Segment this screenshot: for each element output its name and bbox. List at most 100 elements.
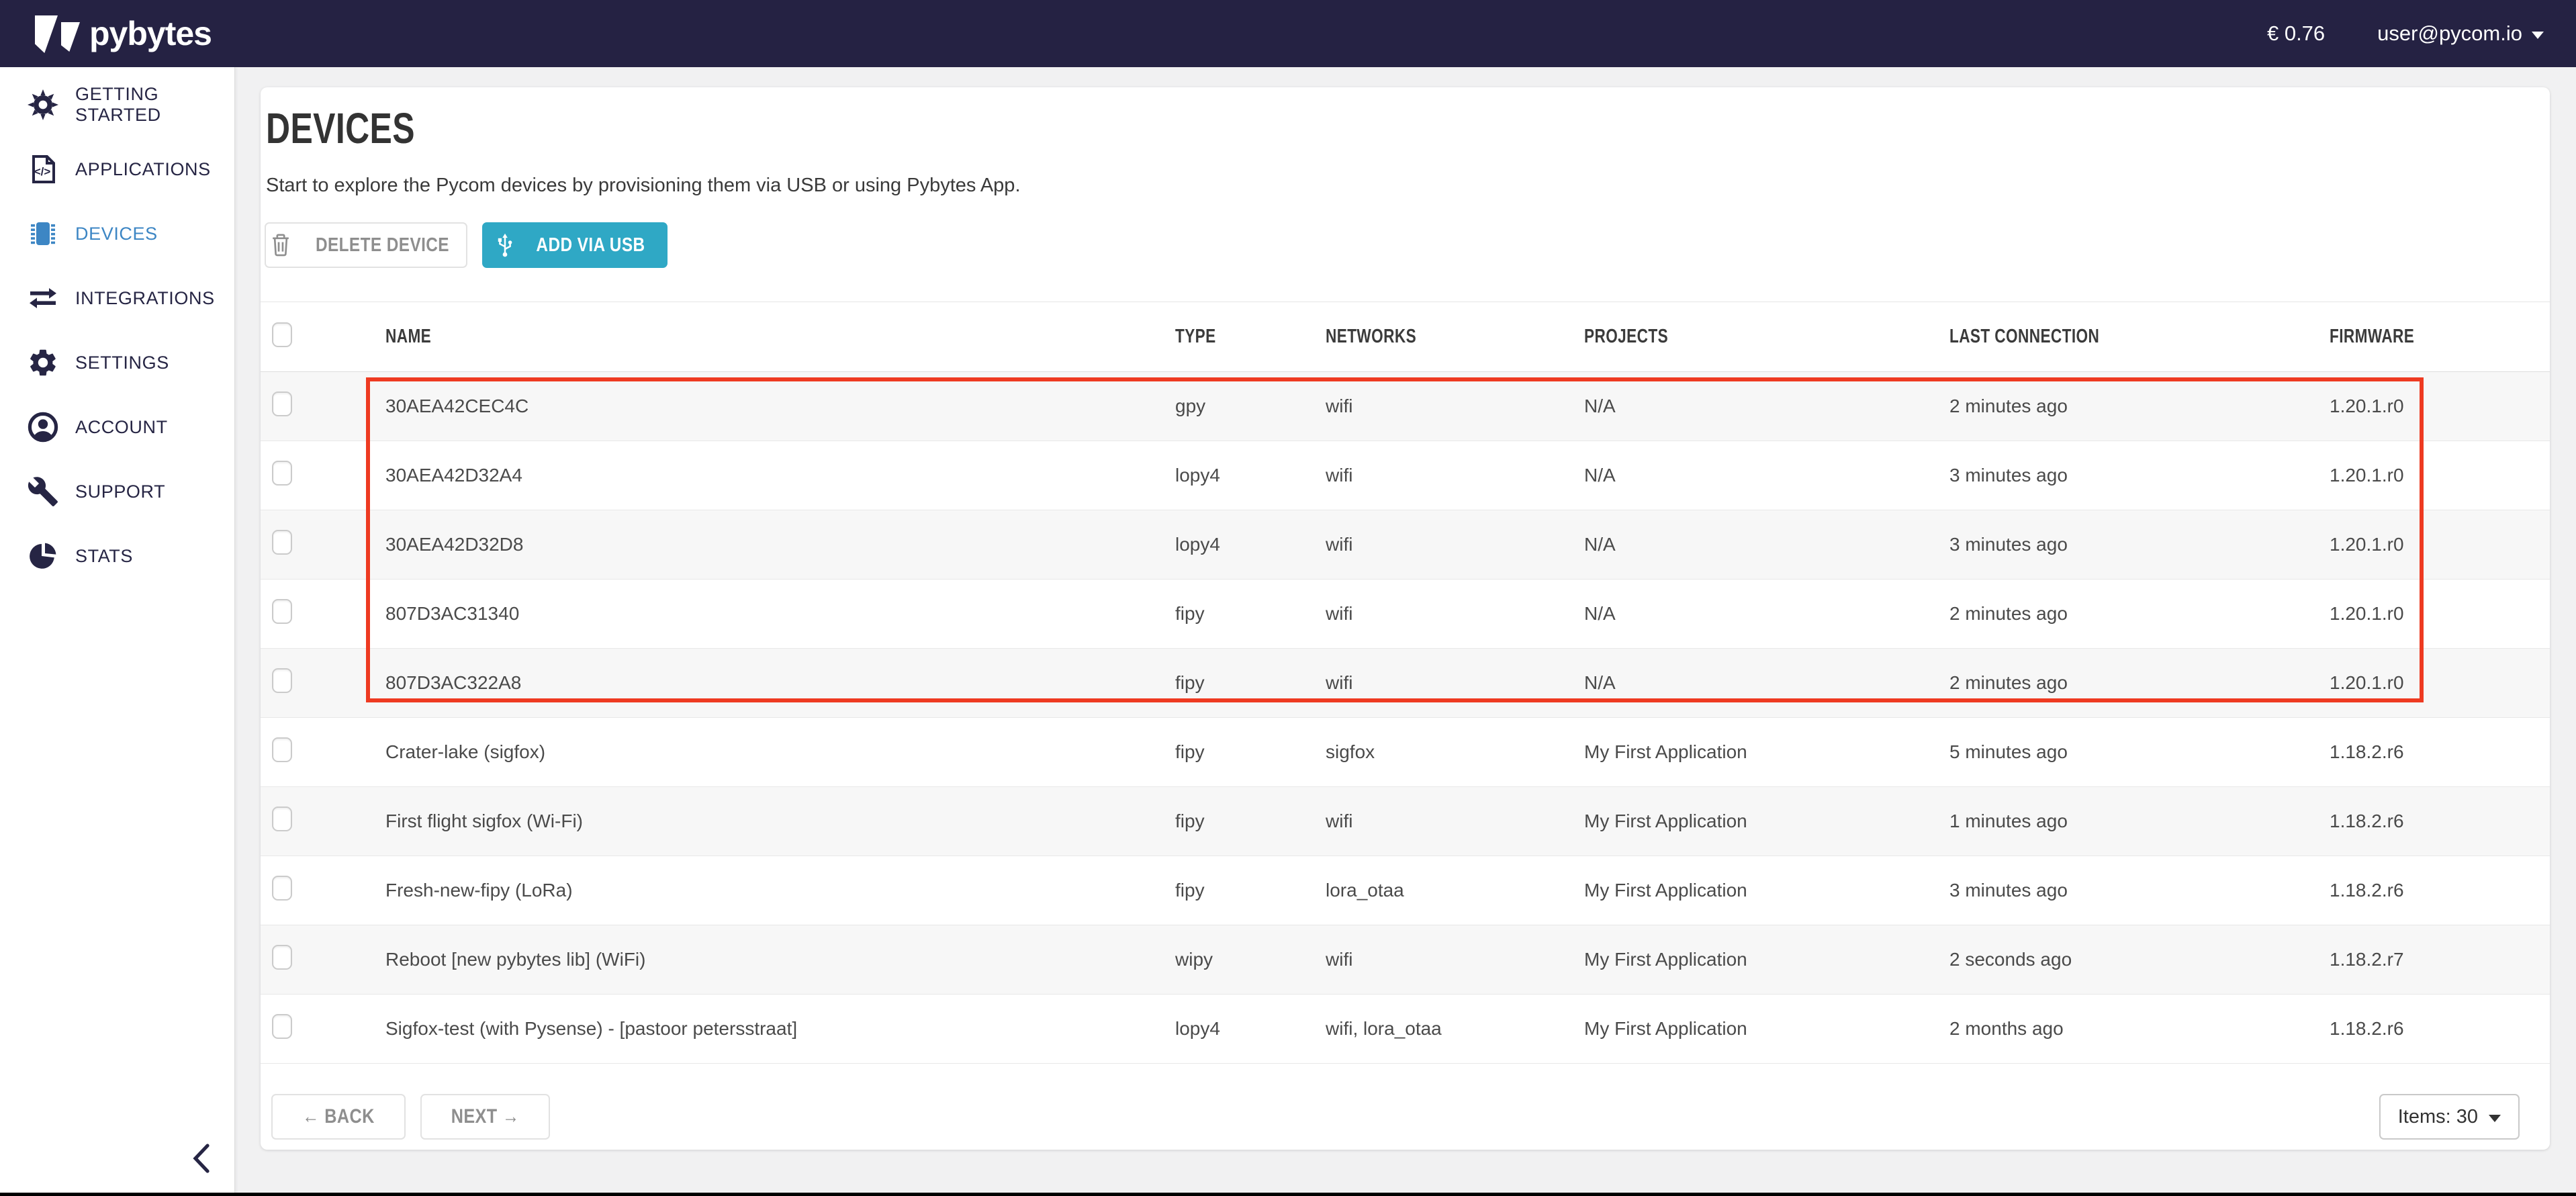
cell-name: 807D3AC31340 (361, 603, 1151, 625)
cell-name: Sigfox-test (with Pysense) - [pastoor pe… (361, 1018, 1151, 1040)
screen-bottom-edge (0, 1193, 2576, 1196)
row-checkbox[interactable] (272, 530, 292, 555)
cell-firmware: 1.20.1.r0 (2305, 396, 2550, 417)
cell-networks: wifi (1301, 811, 1560, 832)
cell-projects: N/A (1560, 396, 1925, 417)
pie-chart-icon (26, 539, 60, 573)
items-per-page-dropdown[interactable]: Items: 30 (2379, 1094, 2520, 1140)
cell-networks: wifi (1301, 603, 1560, 625)
code-document-icon: </> (26, 152, 60, 187)
cell-name: Reboot [new pybytes lib] (WiFi) (361, 949, 1151, 970)
user-menu[interactable]: user@pycom.io (2377, 21, 2544, 46)
cell-name: 30AEA42D32D8 (361, 534, 1151, 555)
sidebar-item-label: GETTING STARTED (75, 84, 234, 126)
cell-networks: wifi (1301, 949, 1560, 970)
cell-type: fipy (1151, 672, 1301, 694)
cell-name: Fresh-new-fipy (LoRa) (361, 880, 1151, 901)
sidebar-item-integrations[interactable]: INTEGRATIONS (0, 266, 234, 330)
caret-down-icon (2532, 32, 2544, 39)
table-row[interactable]: 30AEA42D32D8lopy4wifiN/A3 minutes ago1.2… (261, 510, 2550, 580)
cell-networks: wifi (1301, 534, 1560, 555)
cell-last-connection: 2 minutes ago (1925, 603, 2305, 625)
sidebar-item-support[interactable]: SUPPORT (0, 459, 234, 524)
table-row[interactable]: Reboot [new pybytes lib] (WiFi)wipywifiM… (261, 925, 2550, 995)
sidebar-item-devices[interactable]: DEVICES (0, 201, 234, 266)
cell-projects: N/A (1560, 672, 1925, 694)
cell-last-connection: 3 minutes ago (1925, 880, 2305, 901)
column-header-last-connection: LAST CONNECTION (1925, 326, 2305, 348)
sidebar-item-settings[interactable]: SETTINGS (0, 330, 234, 395)
cell-networks: wifi (1301, 396, 1560, 417)
sidebar-collapse-button[interactable] (183, 1140, 220, 1177)
cell-firmware: 1.20.1.r0 (2305, 603, 2550, 625)
topbar: pybytes € 0.76 user@pycom.io (0, 0, 2576, 67)
cell-projects: My First Application (1560, 741, 1925, 763)
table-row[interactable]: 30AEA42CEC4CgpywifiN/A2 minutes ago1.20.… (261, 372, 2550, 441)
row-checkbox[interactable] (272, 945, 292, 970)
cell-firmware: 1.18.2.r6 (2305, 880, 2550, 901)
cell-firmware: 1.20.1.r0 (2305, 534, 2550, 555)
svg-text:</>: </> (34, 165, 51, 178)
table-row[interactable]: Fresh-new-fipy (LoRa)fipylora_otaaMy Fir… (261, 856, 2550, 925)
column-header-firmware: FIRMWARE (2305, 326, 2550, 348)
table-row[interactable]: 807D3AC31340fipywifiN/A2 minutes ago1.20… (261, 580, 2550, 649)
back-button[interactable]: ← BACK (271, 1094, 406, 1140)
next-button[interactable]: NEXT → (420, 1094, 550, 1140)
sidebar-item-getting-started[interactable]: GETTING STARTED (0, 73, 234, 137)
sidebar-item-account[interactable]: ACCOUNT (0, 395, 234, 459)
cell-projects: N/A (1560, 465, 1925, 486)
delete-device-button[interactable]: DELETE DEVICE (265, 222, 467, 268)
row-checkbox[interactable] (272, 461, 292, 486)
column-header-networks: NETWORKS (1301, 326, 1560, 348)
cell-projects: N/A (1560, 534, 1925, 555)
sidebar-item-label: STATS (75, 546, 133, 567)
row-checkbox[interactable] (272, 599, 292, 624)
pybytes-logo: pybytes (35, 14, 212, 53)
cell-type: fipy (1151, 880, 1301, 901)
sun-icon (26, 87, 60, 122)
cell-projects: My First Application (1560, 811, 1925, 832)
wrench-icon (26, 474, 60, 509)
sidebar-item-applications[interactable]: </> APPLICATIONS (0, 137, 234, 201)
table-row[interactable]: 807D3AC322A8fipywifiN/A2 minutes ago1.20… (261, 649, 2550, 718)
sidebar-item-label: ACCOUNT (75, 417, 168, 438)
items-per-page-label: Items: 30 (2398, 1106, 2478, 1128)
cell-firmware: 1.20.1.r0 (2305, 465, 2550, 486)
cell-last-connection: 2 minutes ago (1925, 396, 2305, 417)
select-all-checkbox[interactable] (272, 322, 292, 347)
chip-icon (26, 216, 60, 251)
pycom-logo-icon (35, 14, 80, 53)
table-row[interactable]: Crater-lake (sigfox)fipysigfoxMy First A… (261, 718, 2550, 787)
row-checkbox[interactable] (272, 1014, 292, 1039)
row-checkbox[interactable] (272, 876, 292, 901)
cell-last-connection: 2 seconds ago (1925, 949, 2305, 970)
devices-page: DEVICES Start to explore the Pycom devic… (261, 87, 2550, 1150)
cell-last-connection: 2 months ago (1925, 1018, 2305, 1040)
device-table-body: 30AEA42CEC4CgpywifiN/A2 minutes ago1.20.… (261, 372, 2550, 1064)
page-subtitle: Start to explore the Pycom devices by pr… (266, 175, 2550, 197)
sidebar-item-label: SUPPORT (75, 481, 165, 502)
sidebar: GETTING STARTED </> APPLICATIONS (0, 67, 235, 1196)
caret-down-icon (2489, 1115, 2501, 1122)
table-row[interactable]: 30AEA42D32A4lopy4wifiN/A3 minutes ago1.2… (261, 441, 2550, 510)
cell-networks: wifi (1301, 465, 1560, 486)
cell-last-connection: 3 minutes ago (1925, 534, 2305, 555)
table-row[interactable]: First flight sigfox (Wi-Fi)fipywifiMy Fi… (261, 787, 2550, 856)
cell-networks: wifi, lora_otaa (1301, 1018, 1560, 1040)
cell-type: wipy (1151, 949, 1301, 970)
column-header-type: TYPE (1151, 326, 1301, 348)
row-checkbox[interactable] (272, 392, 292, 416)
cell-type: lopy4 (1151, 534, 1301, 555)
cell-type: lopy4 (1151, 1018, 1301, 1040)
row-checkbox[interactable] (272, 807, 292, 831)
table-row[interactable]: Sigfox-test (with Pysense) - [pastoor pe… (261, 995, 2550, 1064)
add-via-usb-button[interactable]: ADD VIA USB (482, 222, 668, 268)
user-circle-icon (26, 410, 60, 445)
cell-projects: N/A (1560, 603, 1925, 625)
cell-last-connection: 1 minutes ago (1925, 811, 2305, 832)
sidebar-item-stats[interactable]: STATS (0, 524, 234, 588)
delete-device-label: DELETE DEVICE (315, 234, 449, 257)
row-checkbox[interactable] (272, 737, 292, 762)
row-checkbox[interactable] (272, 668, 292, 693)
cell-type: lopy4 (1151, 465, 1301, 486)
